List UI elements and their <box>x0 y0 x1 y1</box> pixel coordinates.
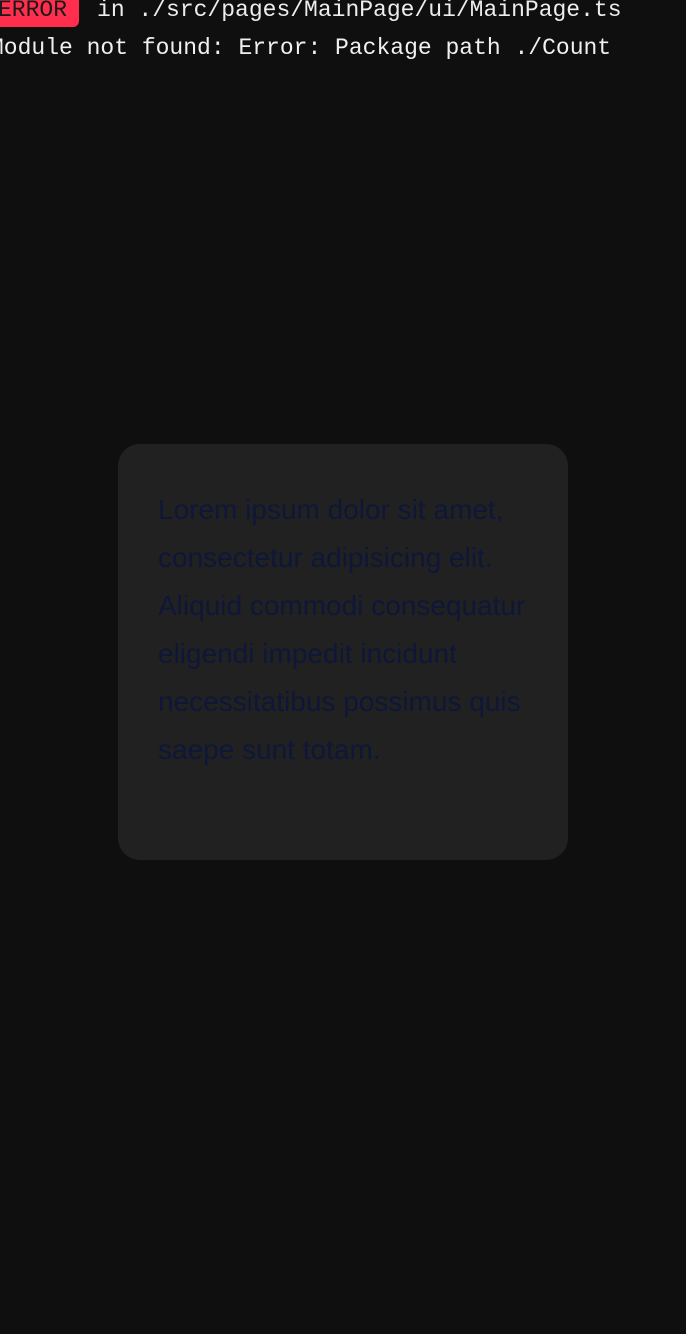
error-message: Module not found: Error: Package path ./… <box>0 35 612 61</box>
error-badge: ERROR <box>0 0 80 27</box>
text-card: Lorem ipsum dolor sit amet, consectetur … <box>118 444 568 860</box>
error-header: ERROR in ./src/pages/MainPage/ui/MainPag… <box>0 0 686 28</box>
compile-error-overlay: ERROR in ./src/pages/MainPage/ui/MainPag… <box>0 0 686 64</box>
error-file-path: in ./src/pages/MainPage/ui/MainPage.ts <box>97 0 622 23</box>
card-text: Lorem ipsum dolor sit amet, consectetur … <box>158 494 526 765</box>
app-page: ERROR in ./src/pages/MainPage/ui/MainPag… <box>0 0 686 1334</box>
